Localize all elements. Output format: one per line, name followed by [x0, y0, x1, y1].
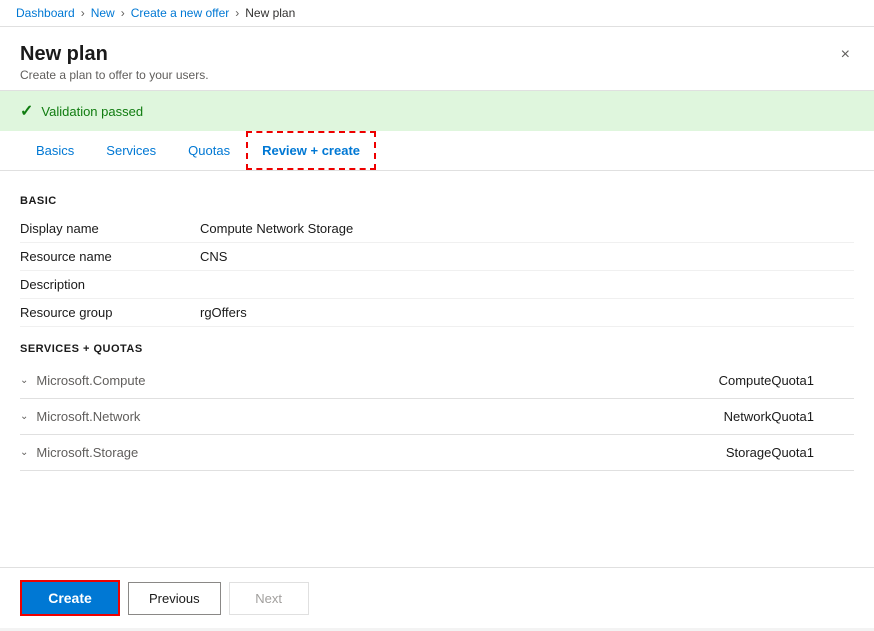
breadcrumb-current: New plan	[245, 6, 295, 20]
service-quota-network: NetworkQuota1	[724, 409, 814, 424]
services-quotas-section: SERVICES + QUOTAS ⌄ Microsoft.Compute Co…	[20, 343, 854, 471]
field-label-description: Description	[20, 277, 200, 292]
validation-message: Validation passed	[41, 104, 143, 119]
close-button[interactable]: ×	[837, 43, 854, 67]
service-row-storage: ⌄ Microsoft.Storage StorageQuota1	[20, 435, 854, 471]
create-button[interactable]: Create	[20, 580, 120, 616]
breadcrumb-dashboard[interactable]: Dashboard	[16, 6, 75, 20]
basic-heading: BASIC	[20, 195, 854, 207]
content-area: BASIC Display name Compute Network Stora…	[0, 171, 874, 567]
check-icon: ✓	[20, 101, 33, 121]
services-heading: SERVICES + QUOTAS	[20, 343, 854, 355]
field-value-display-name: Compute Network Storage	[200, 221, 353, 236]
field-value-resource-group: rgOffers	[200, 305, 247, 320]
panel-header: New plan Create a plan to offer to your …	[0, 27, 874, 91]
service-quota-compute: ComputeQuota1	[719, 373, 814, 388]
next-button: Next	[229, 582, 309, 615]
field-resource-group: Resource group rgOffers	[20, 299, 854, 327]
field-resource-name: Resource name CNS	[20, 243, 854, 271]
chevron-down-icon-network[interactable]: ⌄	[20, 411, 28, 422]
field-description: Description	[20, 271, 854, 299]
breadcrumb-sep2: ›	[121, 6, 125, 20]
field-label-resource-group: Resource group	[20, 305, 200, 320]
service-quota-storage: StorageQuota1	[726, 445, 814, 460]
breadcrumb: Dashboard › New › Create a new offer › N…	[0, 0, 874, 27]
breadcrumb-sep3: ›	[235, 6, 239, 20]
chevron-down-icon-storage[interactable]: ⌄	[20, 447, 28, 458]
service-name-network: Microsoft.Network	[36, 409, 723, 424]
breadcrumb-sep1: ›	[81, 6, 85, 20]
panel-title: New plan	[20, 43, 209, 66]
previous-button[interactable]: Previous	[128, 582, 221, 615]
footer: Create Previous Next	[0, 567, 874, 628]
validation-banner: ✓ Validation passed	[0, 91, 874, 131]
chevron-down-icon-compute[interactable]: ⌄	[20, 375, 28, 386]
breadcrumb-create-offer[interactable]: Create a new offer	[131, 6, 230, 20]
tab-basics[interactable]: Basics	[20, 131, 90, 170]
field-value-resource-name: CNS	[200, 249, 227, 264]
tab-quotas[interactable]: Quotas	[172, 131, 246, 170]
tab-services[interactable]: Services	[90, 131, 172, 170]
service-name-storage: Microsoft.Storage	[36, 445, 725, 460]
service-name-compute: Microsoft.Compute	[36, 373, 718, 388]
field-display-name: Display name Compute Network Storage	[20, 215, 854, 243]
basic-section: BASIC Display name Compute Network Stora…	[20, 195, 854, 327]
breadcrumb-new[interactable]: New	[91, 6, 115, 20]
service-row-compute: ⌄ Microsoft.Compute ComputeQuota1	[20, 363, 854, 399]
field-label-resource-name: Resource name	[20, 249, 200, 264]
field-label-display-name: Display name	[20, 221, 200, 236]
tabs-bar: Basics Services Quotas Review + create	[0, 131, 874, 171]
panel-subtitle: Create a plan to offer to your users.	[20, 68, 209, 82]
tab-review-create[interactable]: Review + create	[246, 131, 376, 170]
service-row-network: ⌄ Microsoft.Network NetworkQuota1	[20, 399, 854, 435]
